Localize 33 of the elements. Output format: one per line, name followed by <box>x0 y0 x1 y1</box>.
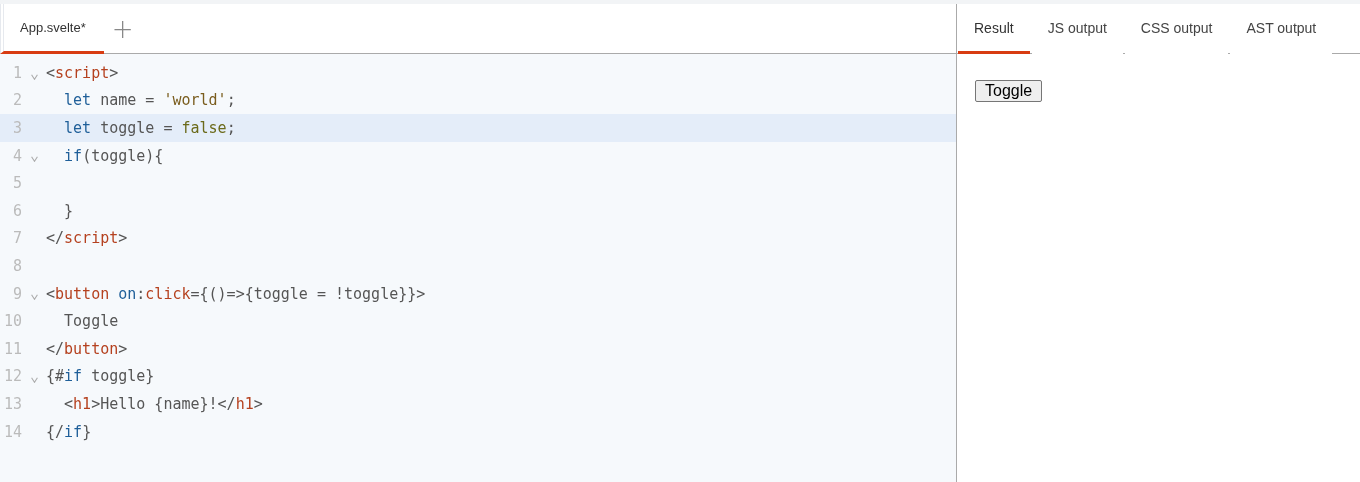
line-number: 9 <box>11 284 22 303</box>
line-number: 4 <box>11 146 22 165</box>
line-number: 5 <box>11 174 22 193</box>
code-line: </script> <box>46 229 128 248</box>
add-tab-button[interactable]: + <box>103 4 142 53</box>
code-line: </button> <box>46 339 128 358</box>
line-number: 14 <box>2 422 22 441</box>
fold-chevron-icon[interactable] <box>30 377 38 384</box>
line-number: 6 <box>11 201 22 220</box>
fold-chevron-icon[interactable] <box>30 294 38 301</box>
code-line: let name = 'world'; <box>63 91 236 110</box>
code-line: let toggle = false; <box>63 119 236 137</box>
code-line: <script> <box>46 63 119 82</box>
line-number: 11 <box>2 339 22 358</box>
fold-chevron-icon[interactable] <box>30 73 38 80</box>
code-line: <h1>Hello {name}!</h1> <box>63 394 263 413</box>
line-number: 2 <box>11 91 22 110</box>
toggle-button[interactable]: Toggle <box>975 80 1043 102</box>
code-line: } <box>63 201 74 220</box>
file-tab[interactable]: App.svelte* <box>0 4 104 54</box>
code-line: <button on:click={()=>{toggle = !toggle}}> <box>46 284 426 303</box>
line-number: 10 <box>2 312 22 331</box>
line-number: 1 <box>11 63 22 82</box>
line-number: 3 <box>11 119 22 137</box>
fold-chevron-icon[interactable] <box>30 156 38 163</box>
code-line: Toggle <box>63 312 119 331</box>
code-line: {#if toggle} <box>46 367 155 386</box>
line-number: 8 <box>11 256 22 275</box>
code-line: if(toggle){ <box>63 146 164 165</box>
line-number: 13 <box>2 394 22 413</box>
line-number: 12 <box>2 367 22 386</box>
code-line: {/if} <box>46 422 92 441</box>
line-number: 7 <box>11 229 22 248</box>
